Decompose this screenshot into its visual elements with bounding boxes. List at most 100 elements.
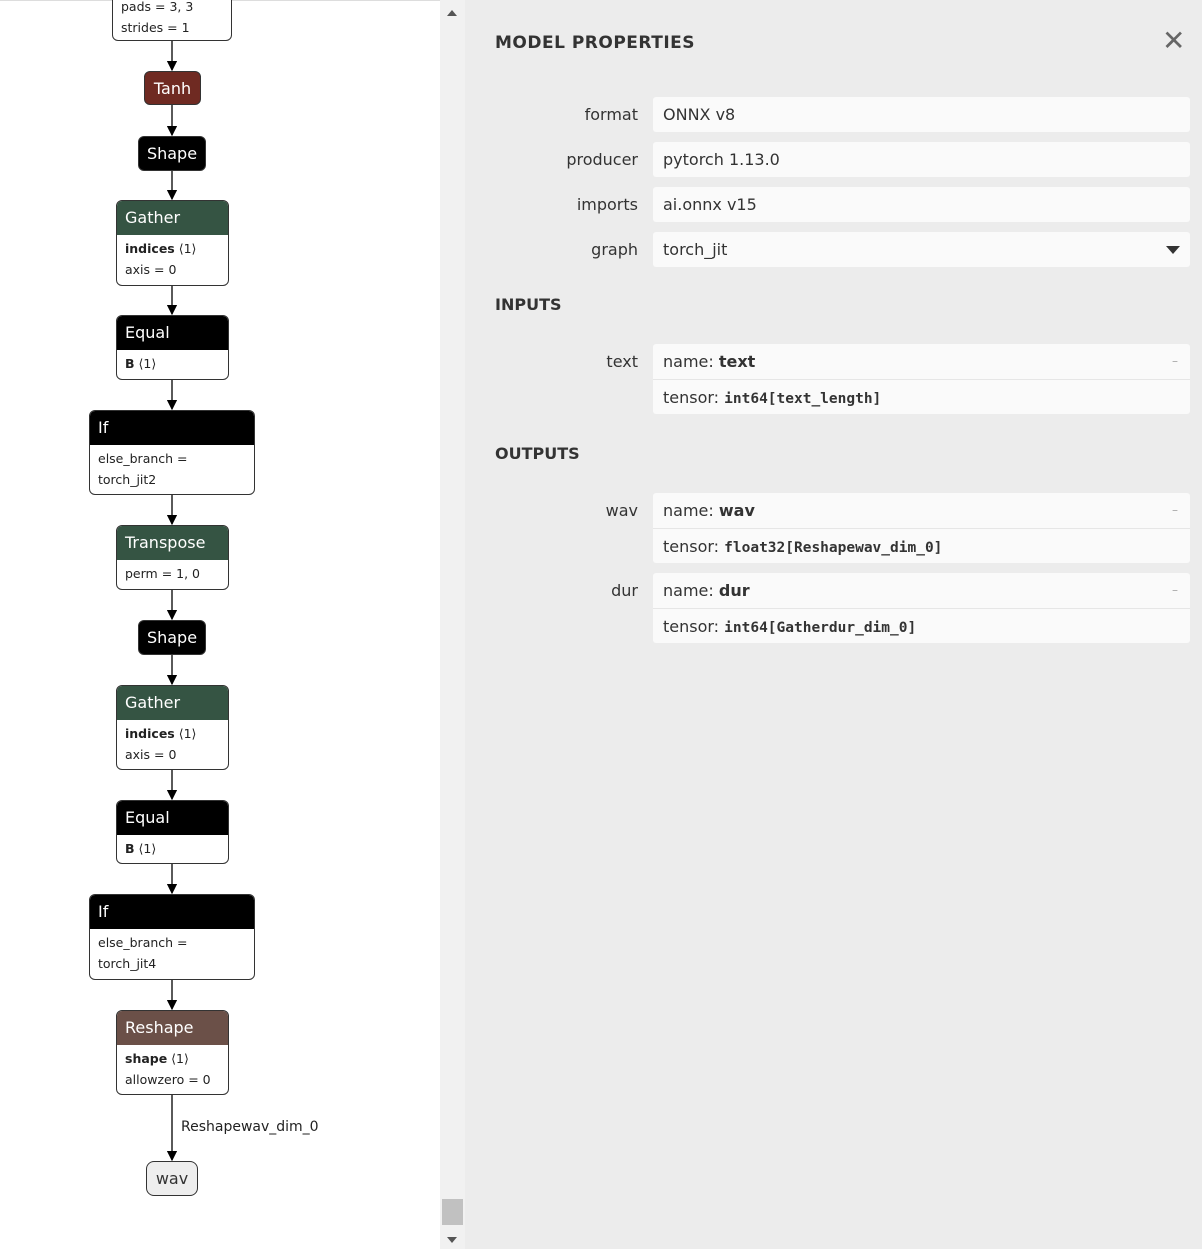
node-attribute: allowzero = 0 <box>117 1069 228 1090</box>
node-attribute: perm = 1, 0 <box>117 563 228 584</box>
collapse-button[interactable]: – <box>1172 493 1178 528</box>
node-if2[interactable]: Ifelse_branch = torch_jit4then_branch = … <box>89 894 255 980</box>
graph-scrollbar[interactable] <box>440 0 465 1249</box>
node-attribute: B ⟨1⟩ <box>117 353 228 374</box>
node-attribute: else_branch = torch_jit2 <box>90 448 254 490</box>
output-node-wav[interactable]: wav <box>146 1161 198 1196</box>
attr-name: B <box>125 841 135 856</box>
node-attribute: axis = 0 <box>117 259 228 280</box>
node-attribute: strides = 1 <box>113 17 231 38</box>
graph-canvas[interactable]: Reshapewav_dim_0 wav pads = 3, 3 strides … <box>0 0 440 1249</box>
tensor-type: int64[Gatherdur_dim_0] <box>724 620 917 636</box>
property-value-text: torch_jit <box>663 240 728 259</box>
scrollbar-thumb[interactable] <box>442 1199 463 1225</box>
scroll-down-arrow-icon[interactable] <box>447 1237 457 1243</box>
argument-label: dur <box>611 581 638 600</box>
node-header: Gather <box>117 686 228 720</box>
attr-name: B <box>125 356 135 371</box>
attr-name: indices <box>125 726 175 741</box>
node-tanh[interactable]: Tanh <box>144 71 201 105</box>
attr-value: = 1, 0 <box>157 566 201 581</box>
argument-tensor: tensor: int64[Gatherdur_dim_0] <box>653 608 1190 643</box>
node-conv[interactable]: pads = 3, 3 strides = 1 <box>112 0 232 41</box>
node-header: If <box>90 411 254 445</box>
attr-value: = 0 <box>184 1072 211 1087</box>
node-equal1[interactable]: Equal B ⟨1⟩ <box>116 315 229 380</box>
attr-name: allowzero <box>125 1072 185 1087</box>
node-attribute: indices ⟨1⟩ <box>117 723 228 744</box>
attr-name: axis <box>125 262 151 277</box>
attr-value: ⟨1⟩ <box>167 1051 189 1066</box>
node-header: Equal <box>117 801 228 835</box>
node-attribute: else_branch = torch_jit4 <box>90 932 254 974</box>
node-header: Gather <box>117 201 228 235</box>
name-prefix: name: <box>663 581 719 600</box>
panel-title: MODEL PROPERTIES <box>495 33 696 53</box>
node-shape2[interactable]: Shape <box>138 620 206 655</box>
attr-value: ⟨1⟩ <box>174 241 197 256</box>
property-value-text: ONNX v8 <box>663 105 736 124</box>
attr-name: strides <box>121 20 164 35</box>
node-attribute: then_branch = torch_jit3 <box>90 974 254 979</box>
attr-name: perm <box>125 566 158 581</box>
node-attribute: then_branch = torch_jit1 <box>90 490 254 494</box>
argument-name: name: text – <box>653 344 1190 379</box>
argument-label: text <box>606 352 638 371</box>
attr-value: ⟨1⟩ <box>134 841 157 856</box>
argument-value[interactable]: name: wav – tensor: float32[Reshapewav_dim… <box>653 493 1190 563</box>
node-transpose[interactable]: Transpose perm = 1, 0 <box>116 525 229 590</box>
edge-label: Reshapewav_dim_0 <box>181 1119 319 1135</box>
node-shape1[interactable]: Shape <box>138 136 206 171</box>
property-label: graph <box>591 240 638 259</box>
scroll-up-arrow-icon[interactable] <box>447 10 457 16</box>
attr-name: axis <box>125 747 151 762</box>
property-label: format <box>584 105 638 124</box>
node-header: Equal <box>117 316 228 350</box>
property-label: imports <box>576 195 638 214</box>
attr-name: indices <box>125 241 175 256</box>
argument-value[interactable]: name: dur – tensor: int64[Gatherdur_dim_0] <box>653 573 1190 643</box>
attr-value: = 3, 3 <box>151 0 194 14</box>
tensor-type: int64[text_length] <box>724 391 882 407</box>
tensor-prefix: tensor: <box>663 617 725 636</box>
property-value: ai.onnx v15 <box>653 187 1190 222</box>
attr-name: then_branch <box>98 977 176 979</box>
collapse-button[interactable]: – <box>1172 344 1178 379</box>
graph-select[interactable]: torch_jit <box>653 232 1190 267</box>
attr-value: ⟨1⟩ <box>134 356 157 371</box>
node-attribute: pads = 3, 3 <box>113 0 231 17</box>
property-label: producer <box>566 150 638 169</box>
argument-tensor: tensor: int64[text_length] <box>653 379 1190 414</box>
property-value: ONNX v8 <box>653 97 1190 132</box>
argument-name: name: dur – <box>653 573 1190 608</box>
attr-name: pads <box>121 0 152 14</box>
attr-name: shape <box>125 1051 168 1066</box>
node-gather2[interactable]: Gather indices ⟨1⟩ axis = 0 <box>116 685 229 770</box>
collapse-button[interactable]: – <box>1172 573 1178 608</box>
node-reshape[interactable]: Reshape shape ⟨1⟩ allowzero = 0 <box>116 1010 229 1095</box>
node-attribute: shape ⟨1⟩ <box>117 1048 228 1069</box>
inputs-heading: INPUTS <box>495 295 562 314</box>
argument-value[interactable]: name: text – tensor: int64[text_length] <box>653 344 1190 414</box>
node-attribute: axis = 0 <box>117 744 228 765</box>
chevron-down-icon[interactable] <box>1166 246 1180 254</box>
close-icon[interactable]: ✕ <box>1162 27 1185 55</box>
tensor-prefix: tensor: <box>663 537 725 556</box>
argument-name-value: wav <box>718 501 755 520</box>
attr-value: = 0 <box>150 747 177 762</box>
property-value-text: pytorch 1.13.0 <box>663 150 780 169</box>
node-if1[interactable]: Ifelse_branch = torch_jit2then_branch = … <box>89 410 255 495</box>
node-gather1[interactable]: Gather indices ⟨1⟩ axis = 0 <box>116 200 229 286</box>
argument-tensor: tensor: float32[Reshapewav_dim_0] <box>653 528 1190 563</box>
node-equal2[interactable]: Equal B ⟨1⟩ <box>116 800 229 864</box>
name-prefix: name: <box>663 501 719 520</box>
node-header: Reshape <box>117 1011 228 1045</box>
attr-value: = 0 <box>150 262 177 277</box>
argument-name-value: dur <box>718 581 750 600</box>
argument-name-value: text <box>718 352 756 371</box>
tensor-prefix: tensor: <box>663 388 725 407</box>
attr-value: = 1 <box>163 20 190 35</box>
name-prefix: name: <box>663 352 719 371</box>
argument-label: wav <box>605 501 638 520</box>
property-value-text: ai.onnx v15 <box>663 195 757 214</box>
